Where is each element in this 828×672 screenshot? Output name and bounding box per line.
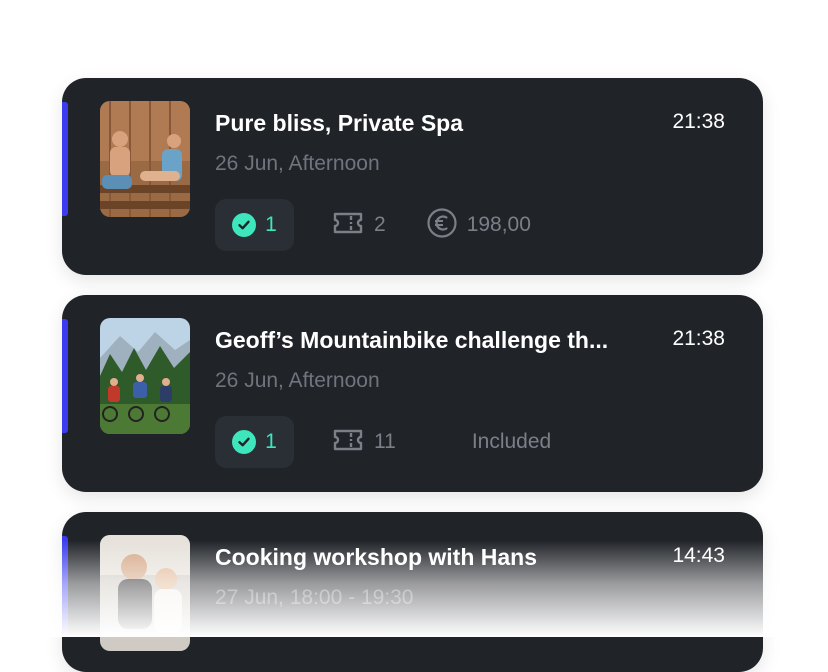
ticket-info: 11 (332, 428, 396, 457)
ticket-icon (332, 211, 364, 240)
card-date: 27 Jun, 18:00 - 19:30 (215, 586, 414, 609)
checkmark-icon (232, 213, 257, 237)
card-meta: 1 2 198,00 (215, 199, 531, 251)
ticket-info: 2 (332, 211, 386, 240)
activity-thumbnail (100, 318, 190, 434)
checkmark-icon (232, 430, 257, 454)
price-value: 198,00 (466, 213, 531, 236)
card-time: 21:38 (672, 110, 725, 133)
spa-photo-icon (100, 101, 190, 217)
ticket-count: 11 (374, 430, 396, 453)
card-date: 26 Jun, Afternoon (215, 369, 380, 392)
card-date: 26 Jun, Afternoon (215, 152, 380, 175)
card-title: Cooking workshop with Hans (215, 544, 538, 570)
checked-count: 1 (265, 213, 277, 236)
activity-thumbnail (100, 535, 190, 651)
checked-count: 1 (265, 430, 277, 453)
checked-in-badge[interactable]: 1 (215, 199, 294, 251)
activity-card[interactable]: Cooking workshop with Hans 14:43 27 Jun,… (62, 512, 763, 672)
card-meta: 1 11 Included (215, 416, 551, 468)
ticket-count: 2 (374, 213, 386, 236)
activity-card[interactable]: Geoff’s Mountainbike challenge th... 21:… (62, 295, 763, 492)
card-title: Pure bliss, Private Spa (215, 110, 464, 136)
card-accent-bar (62, 536, 68, 636)
mountainbike-photo-icon (100, 318, 190, 434)
activity-thumbnail (100, 101, 190, 217)
price-included-label: Included (471, 430, 552, 453)
card-accent-bar (62, 102, 68, 216)
card-time: 14:43 (672, 544, 725, 567)
card-title: Geoff’s Mountainbike challenge th... (215, 327, 609, 353)
card-time: 21:38 (672, 327, 725, 350)
activity-card[interactable]: Pure bliss, Private Spa 21:38 26 Jun, Af… (62, 78, 763, 275)
price-info: 198,00 (426, 207, 531, 244)
cooking-photo-icon (100, 535, 190, 651)
ticket-icon (332, 428, 364, 457)
checked-in-badge[interactable]: 1 (215, 416, 294, 468)
euro-icon (426, 207, 458, 244)
card-accent-bar (62, 319, 68, 433)
